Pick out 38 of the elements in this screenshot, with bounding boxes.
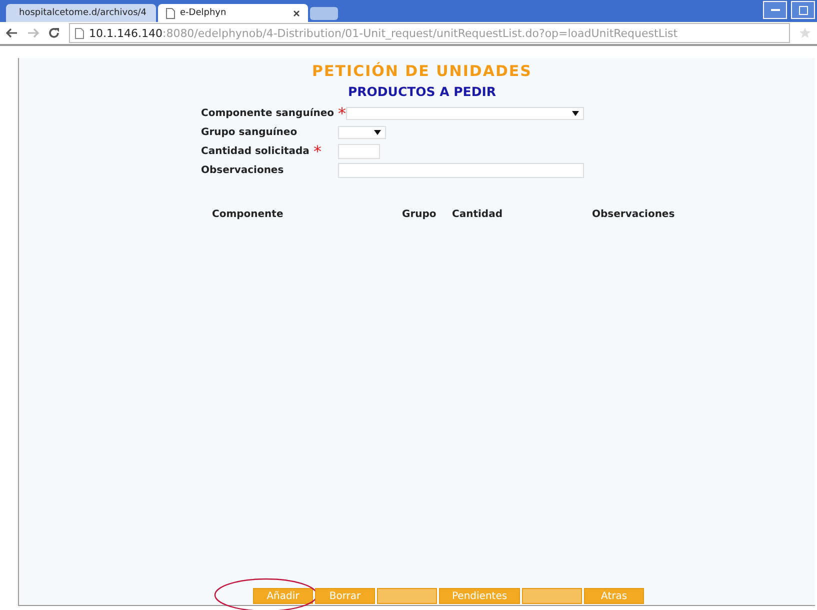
star-icon[interactable] [799, 27, 811, 39]
caret-icon [572, 111, 579, 116]
reload-icon[interactable] [48, 27, 60, 39]
column-header: Observaciones [592, 209, 676, 220]
caret-icon [374, 130, 381, 135]
required-mark: * [313, 142, 322, 161]
action-button[interactable]: Atras [584, 588, 644, 604]
dropdown-field[interactable] [346, 107, 584, 120]
field-label: Observaciones [201, 165, 284, 176]
dropdown-field[interactable] [338, 126, 386, 139]
forward-icon[interactable] [27, 28, 39, 38]
input-field[interactable] [338, 144, 380, 159]
browser-tab[interactable]: e-Delphyn [158, 4, 308, 22]
close-icon[interactable] [293, 10, 300, 16]
browser-tab[interactable]: hospitalcetome.d/archivos/4 [6, 4, 156, 22]
page-subtitle: PRODUCTOS A PEDIR [347, 84, 497, 99]
back-icon[interactable] [6, 28, 18, 38]
field-label: Grupo sanguíneo [201, 127, 298, 138]
page-icon [166, 8, 175, 18]
column-header: Cantidad [452, 209, 504, 220]
address-bar[interactable]: 10.1.146.140:8080/edelphynob/4-Distribution/01-Unit_request/unitRequestList.do?op=loadUnitRequestList [69, 23, 790, 43]
minimize-button[interactable] [763, 1, 787, 19]
action-button[interactable]: Pendientes [439, 588, 520, 604]
required-mark: * [338, 104, 346, 123]
maximize-icon [798, 6, 808, 14]
page-title: PETICIÓN DE UNIDADES [311, 62, 533, 80]
action-button[interactable]: Borrar [315, 588, 375, 604]
page-icon [75, 28, 84, 38]
column-header: Grupo [402, 209, 438, 220]
url-text: 10.1.146.140:8080/edelphynob/4-Distribution/01-Unit_request/unitRequestList.do?op=loadUnitRequestList [89, 26, 678, 40]
column-header: Componente [212, 209, 284, 220]
new-tab-button[interactable] [310, 7, 338, 20]
field-label: Cantidad solicitada [201, 146, 310, 157]
maximize-button[interactable] [791, 1, 815, 19]
minimize-icon [770, 8, 780, 12]
input-field[interactable] [338, 163, 584, 178]
field-label: Componente sanguíneo [201, 108, 334, 119]
action-button[interactable]: Añadir [253, 588, 313, 604]
